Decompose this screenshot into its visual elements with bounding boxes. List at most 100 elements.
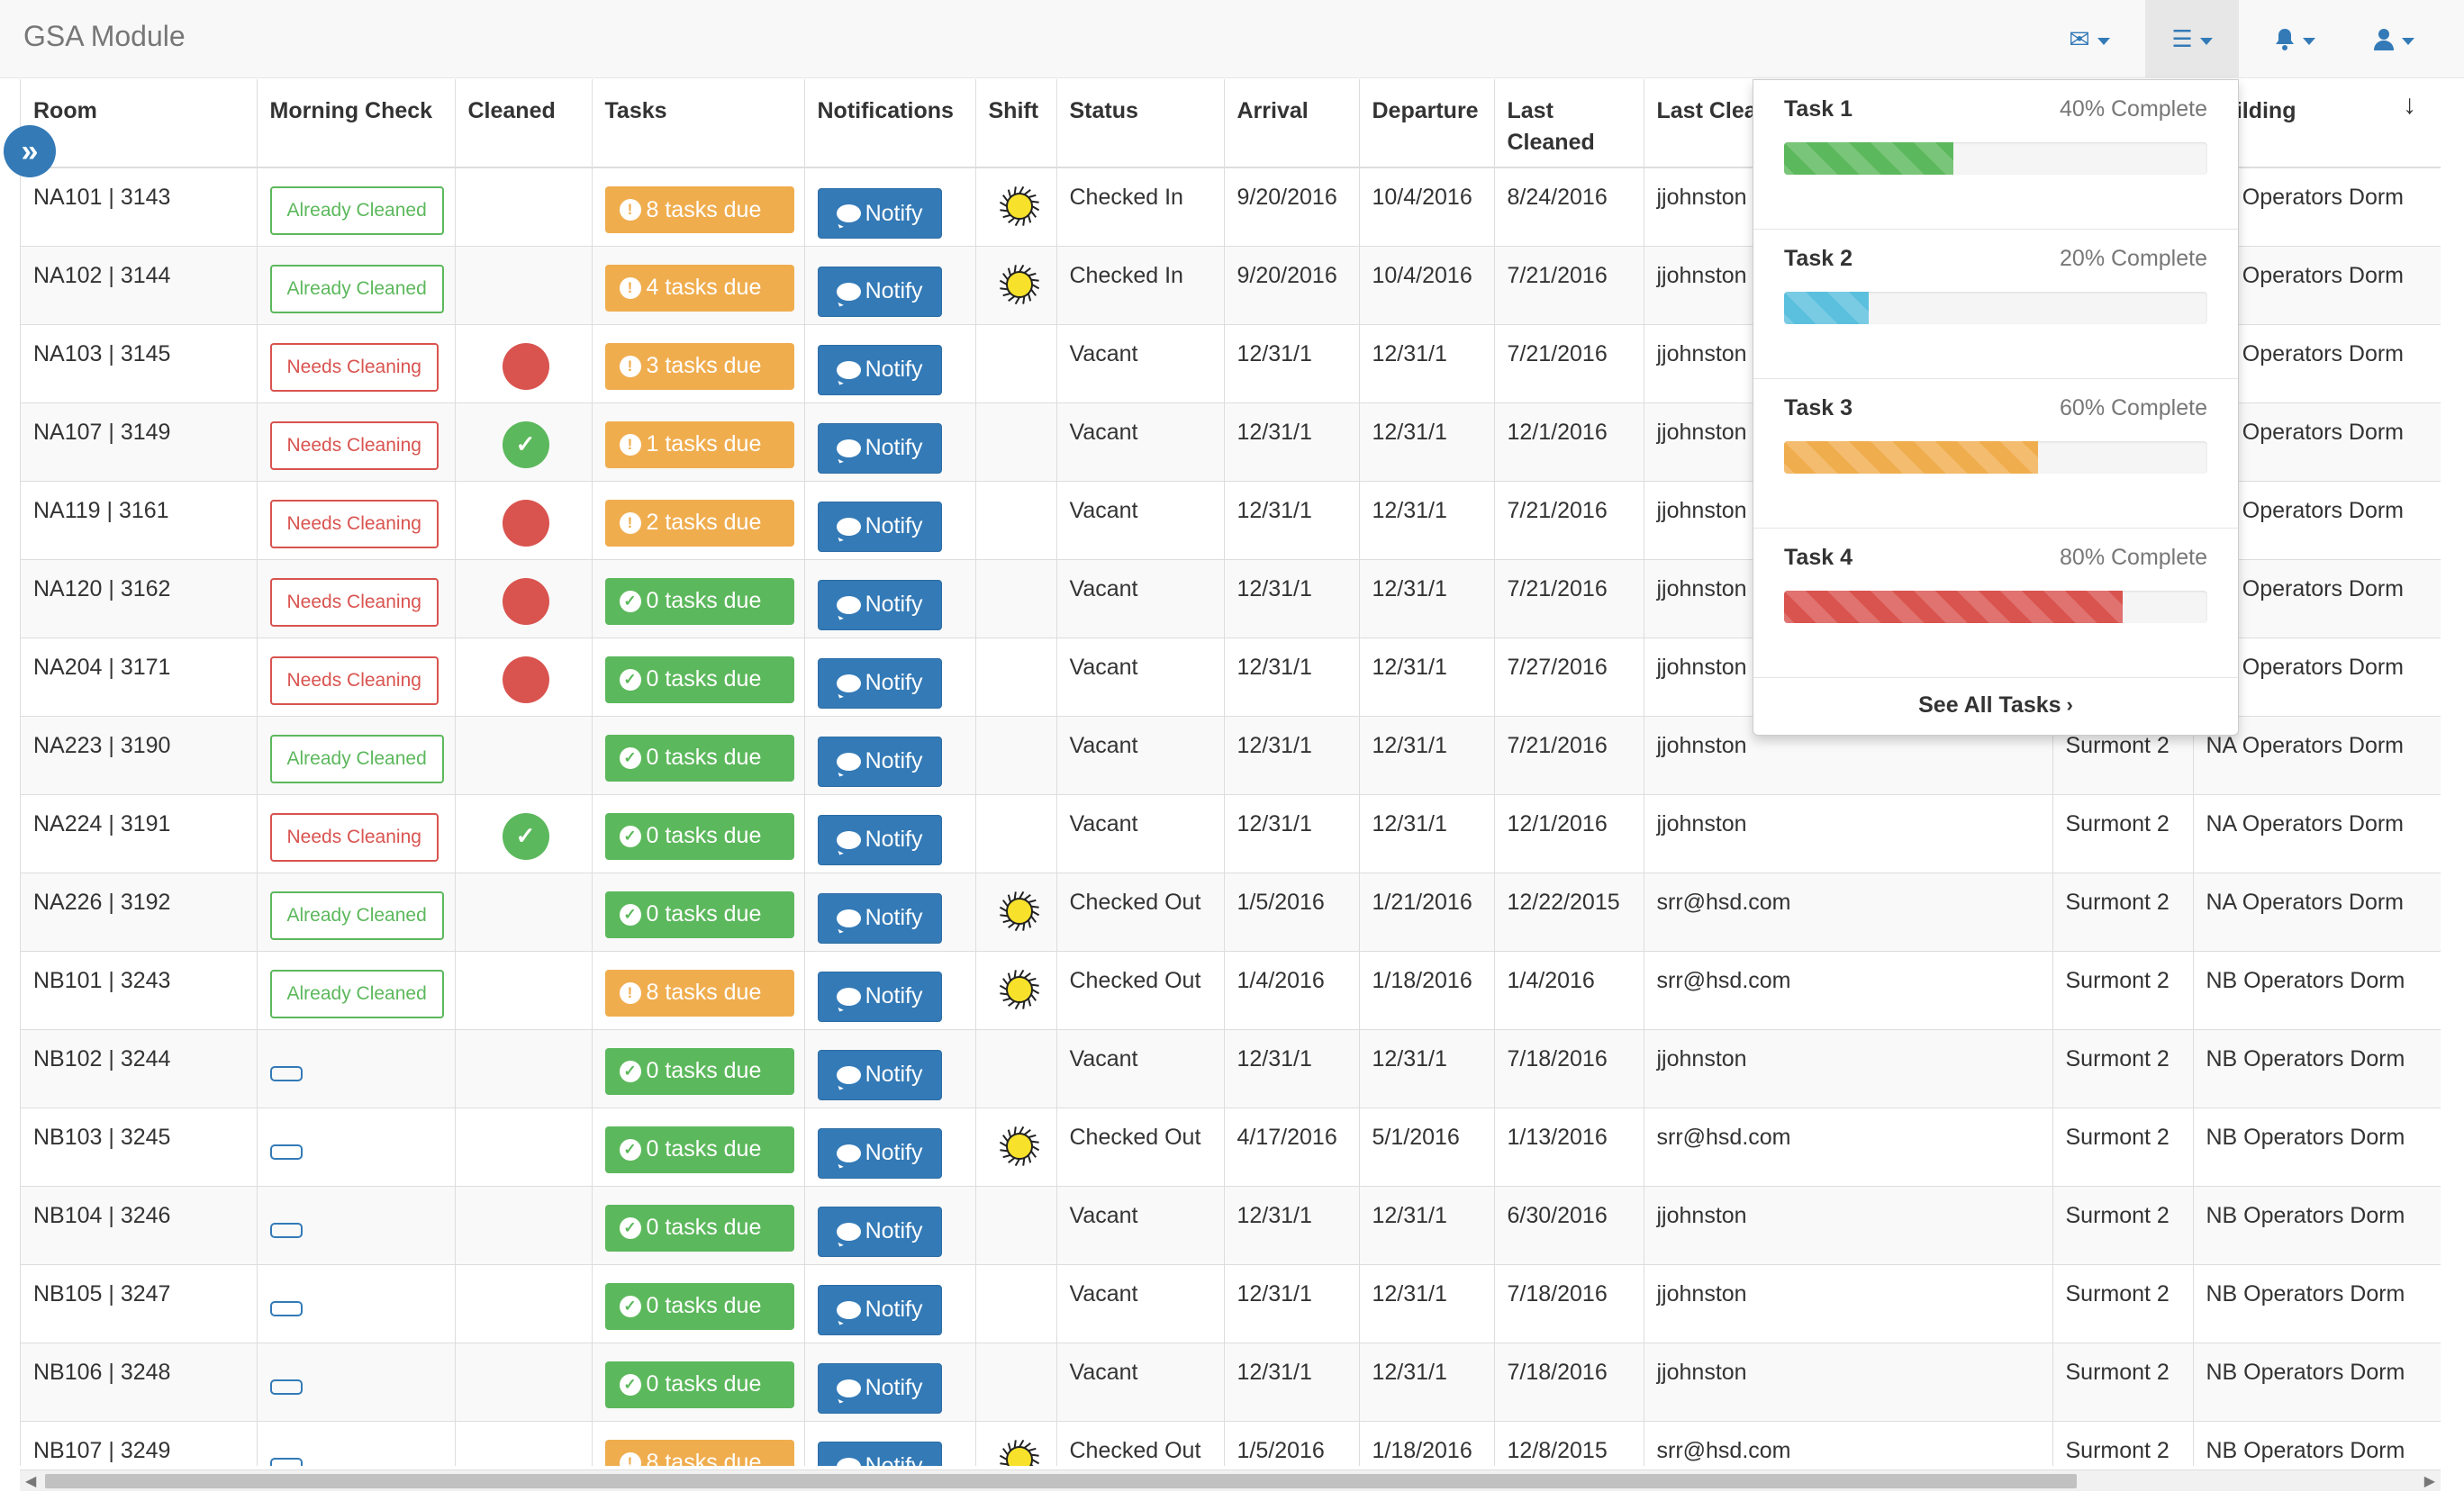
- notify-button[interactable]: Notify: [817, 657, 942, 709]
- tasks-due-button[interactable]: ✓ 0 tasks due: [604, 1361, 794, 1408]
- table-row[interactable]: NB103 | 3245 ✓ 0 tasks due Notify Checked Ou…: [21, 1107, 2441, 1186]
- tasks-due-button[interactable]: ! 8 tasks due: [604, 186, 794, 233]
- notify-button[interactable]: Notify: [817, 892, 942, 944]
- morning-check-button[interactable]: Already Cleaned: [269, 186, 444, 235]
- tasks-due-button[interactable]: ! 4 tasks due: [604, 264, 794, 312]
- column-header-arrival[interactable]: Arrival: [1224, 79, 1360, 168]
- check-circle-icon: ✓: [619, 1373, 641, 1396]
- column-header-room[interactable]: Room: [21, 79, 258, 168]
- notify-button[interactable]: Notify: [817, 579, 942, 630]
- notify-button[interactable]: Notify: [817, 1362, 942, 1414]
- morning-check-checkbox[interactable]: [269, 1379, 303, 1395]
- tasks-due-button[interactable]: ! 3 tasks due: [604, 342, 794, 390]
- arrival-cell: 12/31/1: [1224, 480, 1360, 559]
- horizontal-scrollbar-thumb[interactable]: [45, 1474, 2077, 1488]
- cleaned-check-icon[interactable]: ✓: [502, 420, 549, 468]
- notify-button[interactable]: Notify: [817, 266, 942, 317]
- arrival-cell: 9/20/2016: [1224, 245, 1360, 324]
- morning-check-checkbox[interactable]: [269, 1144, 303, 1160]
- table-row[interactable]: NB105 | 3247 ✓ 0 tasks due Notify Vacant 12/3…: [21, 1263, 2441, 1343]
- sidebar-expand-button[interactable]: »: [4, 125, 56, 177]
- morning-check-checkbox[interactable]: [269, 1222, 303, 1238]
- notify-button[interactable]: Notify: [817, 1049, 942, 1100]
- notify-button[interactable]: Notify: [817, 1127, 942, 1179]
- task-progress-item[interactable]: Task 4 80% Complete: [1753, 529, 2238, 678]
- notify-button[interactable]: Notify: [817, 971, 942, 1022]
- morning-check-button[interactable]: Already Cleaned: [269, 264, 444, 313]
- column-header-morning-check[interactable]: Morning Check: [257, 79, 456, 168]
- table-row[interactable]: NB107 | 3249! 8 tasks due Notify Checked Ou…: [21, 1420, 2441, 1466]
- morning-check-button[interactable]: Needs Cleaning: [269, 499, 439, 548]
- column-header-notifications[interactable]: Notifications: [804, 79, 976, 168]
- arrival-cell: 12/31/1: [1224, 402, 1360, 481]
- departure-cell: 1/18/2016: [1359, 950, 1495, 1029]
- tasks-due-button[interactable]: ✓ 0 tasks due: [604, 891, 794, 938]
- scroll-left-arrow-icon[interactable]: ◀: [25, 1472, 36, 1490]
- tasks-due-button[interactable]: ✓ 0 tasks due: [604, 812, 794, 860]
- tasks-due-button[interactable]: ! 8 tasks due: [604, 969, 794, 1017]
- table-row[interactable]: NB104 | 3246 ✓ 0 tasks due Notify Vacant 12/3…: [21, 1185, 2441, 1264]
- column-header-tasks[interactable]: Tasks: [592, 79, 805, 168]
- morning-check-checkbox[interactable]: [269, 1300, 303, 1316]
- tasks-due-button[interactable]: ✓ 0 tasks due: [604, 1047, 794, 1095]
- morning-check-button[interactable]: Already Cleaned: [269, 734, 444, 783]
- task-progress-item[interactable]: Task 1 40% Complete: [1753, 80, 2238, 230]
- notify-button[interactable]: Notify: [817, 422, 942, 474]
- not-cleaned-indicator-icon[interactable]: [502, 499, 549, 547]
- table-row[interactable]: NA226 | 3192 Already Cleaned ✓ 0 tasks due N…: [21, 872, 2441, 951]
- tasks-dropdown-toggle[interactable]: ☰: [2145, 0, 2239, 78]
- sort-arrow-down-icon[interactable]: ↓: [2403, 90, 2416, 121]
- column-header-shift[interactable]: Shift: [975, 79, 1057, 168]
- alerts-dropdown-toggle[interactable]: [2248, 0, 2342, 78]
- morning-check-button[interactable]: Needs Cleaning: [269, 656, 439, 705]
- notify-button[interactable]: Notify: [817, 188, 942, 239]
- column-header-cleaned[interactable]: Cleaned: [455, 79, 593, 168]
- scroll-right-arrow-icon[interactable]: ▶: [2424, 1472, 2435, 1490]
- notify-button[interactable]: Notify: [817, 1441, 942, 1466]
- tasks-due-button[interactable]: ! 2 tasks due: [604, 499, 794, 547]
- tasks-due-button[interactable]: ✓ 0 tasks due: [604, 577, 794, 625]
- tasks-due-button[interactable]: ✓ 0 tasks due: [604, 656, 794, 703]
- cleaned-check-icon[interactable]: ✓: [502, 812, 549, 860]
- app-title[interactable]: GSA Module: [23, 20, 186, 53]
- morning-check-button[interactable]: Needs Cleaning: [269, 420, 439, 470]
- table-row[interactable]: NA224 | 3191 Needs Cleaning ✓ ✓ 0 tasks due N…: [21, 793, 2441, 873]
- not-cleaned-indicator-icon[interactable]: [502, 577, 549, 625]
- tasks-due-button[interactable]: ✓ 0 tasks due: [604, 1126, 794, 1173]
- horizontal-scrollbar[interactable]: ◀ ▶: [20, 1469, 2441, 1491]
- tasks-due-button[interactable]: ✓ 0 tasks due: [604, 734, 794, 782]
- tasks-due-button[interactable]: ✓ 0 tasks due: [604, 1282, 794, 1330]
- messages-dropdown-toggle[interactable]: ✉: [2043, 0, 2136, 78]
- morning-check-button[interactable]: Already Cleaned: [269, 891, 444, 940]
- tasks-due-button[interactable]: ✓ 0 tasks due: [604, 1204, 794, 1252]
- see-all-tasks-link[interactable]: See All Tasks ›: [1753, 678, 2238, 732]
- column-header-status[interactable]: Status: [1056, 79, 1225, 168]
- notify-button[interactable]: Notify: [817, 1206, 942, 1257]
- comment-icon: [836, 1222, 861, 1241]
- task-progress-item[interactable]: Task 3 60% Complete: [1753, 379, 2238, 529]
- task-progress-item[interactable]: Task 2 20% Complete: [1753, 230, 2238, 379]
- column-header-departure[interactable]: Departure: [1359, 79, 1495, 168]
- notify-button[interactable]: Notify: [817, 736, 942, 787]
- notify-button[interactable]: Notify: [817, 344, 942, 395]
- notify-button[interactable]: Notify: [817, 814, 942, 865]
- not-cleaned-indicator-icon[interactable]: [502, 342, 549, 390]
- departure-cell: 12/31/1: [1359, 1263, 1495, 1343]
- tasks-due-button[interactable]: ! 1 tasks due: [604, 420, 794, 468]
- morning-check-button[interactable]: Already Cleaned: [269, 969, 444, 1018]
- morning-check-button[interactable]: Needs Cleaning: [269, 812, 439, 862]
- tasks-due-button[interactable]: ! 8 tasks due: [604, 1439, 794, 1466]
- table-row[interactable]: NB106 | 3248 ✓ 0 tasks due Notify Vacant 12/3…: [21, 1342, 2441, 1421]
- not-cleaned-indicator-icon[interactable]: [502, 656, 549, 703]
- morning-check-checkbox[interactable]: [269, 1065, 303, 1081]
- morning-check-button[interactable]: Needs Cleaning: [269, 577, 439, 627]
- user-dropdown-toggle[interactable]: [2347, 0, 2441, 78]
- table-row[interactable]: NB101 | 3243 Already Cleaned! 8 tasks due N…: [21, 950, 2441, 1029]
- morning-check-button[interactable]: Needs Cleaning: [269, 342, 439, 392]
- column-header-last-cleaned[interactable]: Last Cleaned: [1494, 79, 1644, 168]
- notify-button[interactable]: Notify: [817, 1284, 942, 1335]
- table-row[interactable]: NB102 | 3244 ✓ 0 tasks due Notify Vacant 12/3…: [21, 1028, 2441, 1108]
- notify-button[interactable]: Notify: [817, 501, 942, 552]
- morning-check-checkbox[interactable]: [269, 1457, 303, 1466]
- cleaned-cell: ✓: [455, 793, 593, 873]
